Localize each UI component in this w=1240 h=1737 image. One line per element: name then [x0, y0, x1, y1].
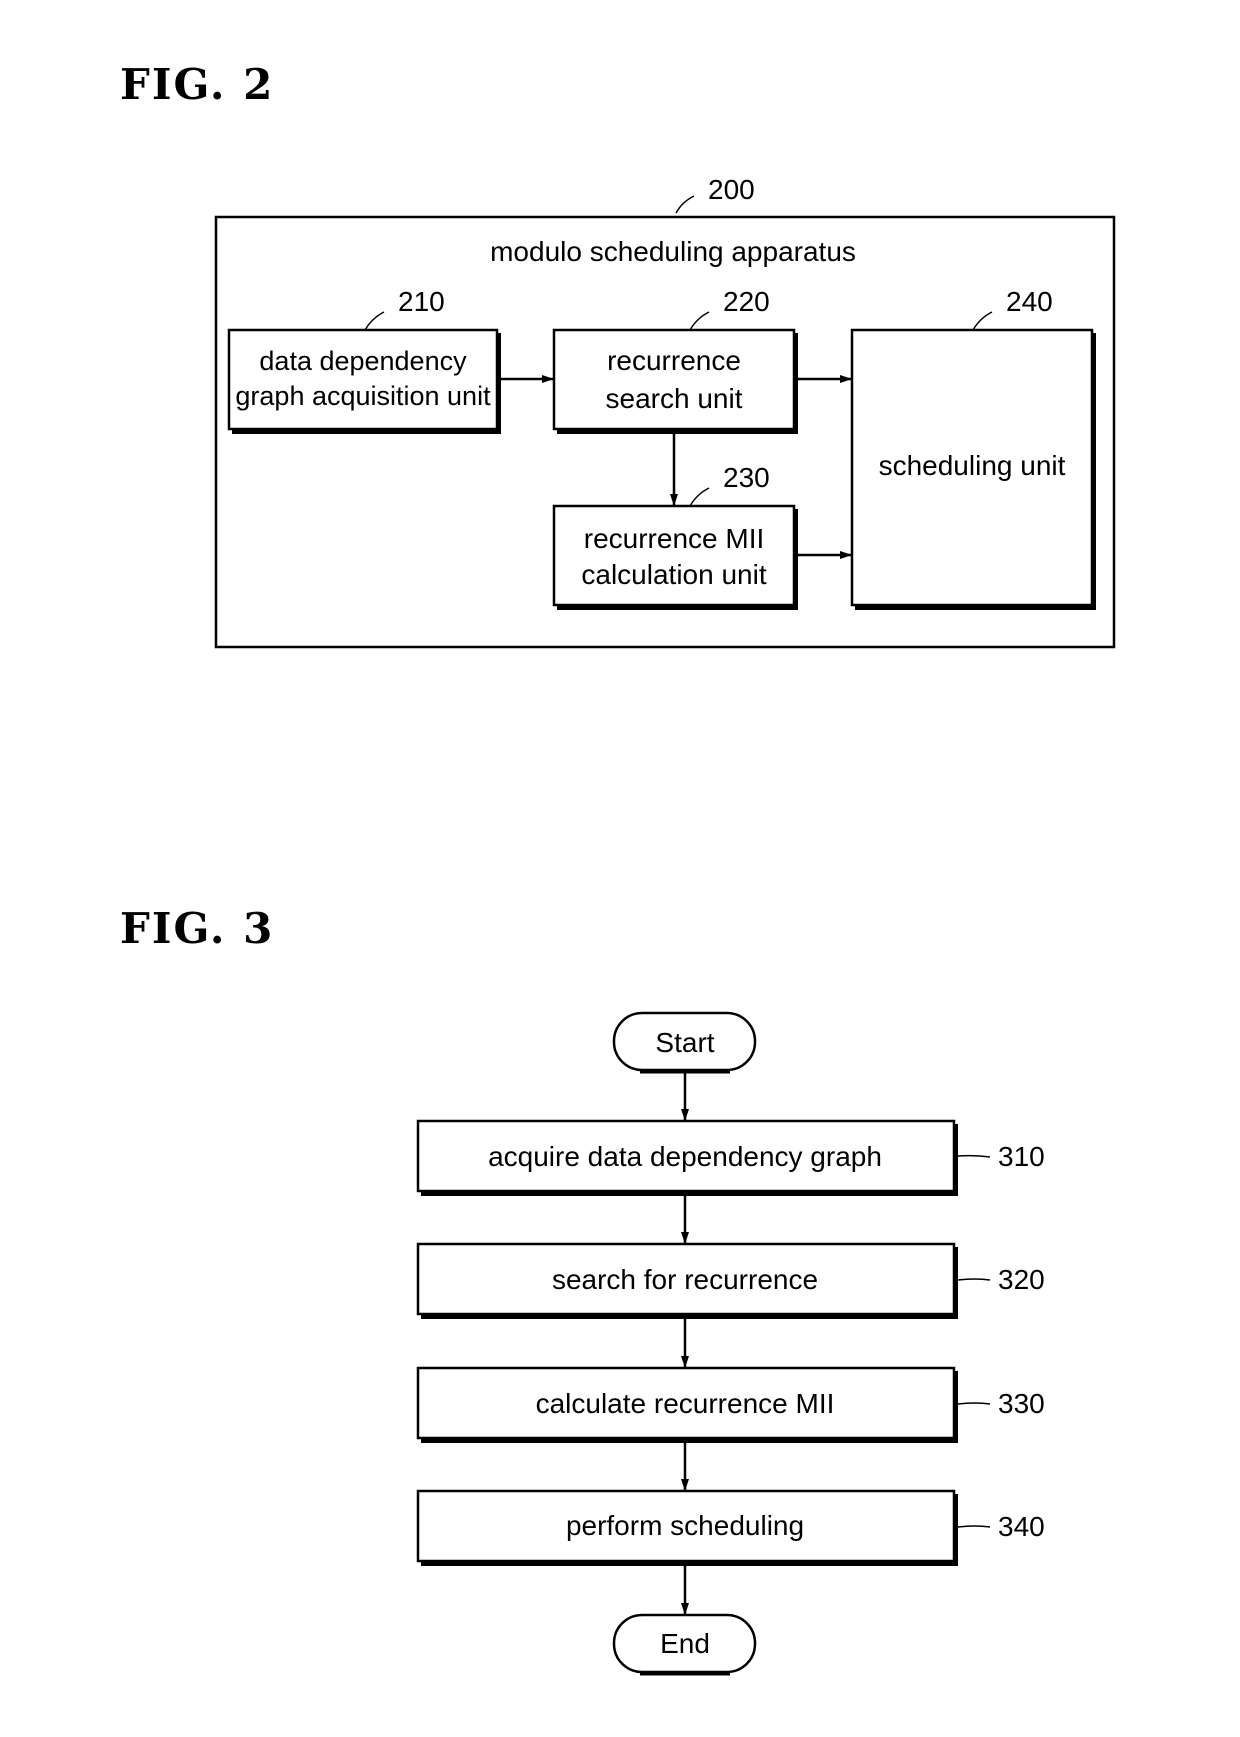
flow-step-340: perform scheduling 340: [416, 1489, 1045, 1566]
end-label: End: [660, 1628, 710, 1659]
ref-leader-220: [689, 311, 710, 331]
ref-leader-320: [957, 1278, 991, 1281]
unit-210-box: [227, 328, 499, 431]
unit-220-recurrence-search: 220 recurrence search unit: [552, 286, 798, 434]
ref-310: 310: [998, 1141, 1045, 1172]
flow-step-330: calculate recurrence MII 330: [416, 1366, 1045, 1443]
ref-leader-310: [957, 1154, 991, 1158]
unit-210-line-2: graph acquisition unit: [235, 381, 491, 411]
unit-230-line-2: calculation unit: [581, 559, 766, 590]
flow-start-terminal: Start: [612, 1011, 757, 1074]
step-320-label: search for recurrence: [552, 1264, 818, 1295]
step-310-label: acquire data dependency graph: [488, 1141, 882, 1172]
ref-leader-240: [972, 311, 993, 331]
unit-230-box: [552, 504, 796, 607]
ref-330: 330: [998, 1388, 1045, 1419]
apparatus-title: modulo scheduling apparatus: [490, 236, 856, 267]
flow-step-320: search for recurrence 320: [416, 1242, 1045, 1319]
unit-220-line-1: recurrence: [607, 345, 741, 376]
ref-leader-230: [689, 487, 710, 507]
ref-230: 230: [723, 462, 770, 493]
step-330-label: calculate recurrence MII: [536, 1388, 835, 1419]
unit-240-line-1: scheduling unit: [879, 450, 1066, 481]
start-label: Start: [655, 1027, 714, 1058]
unit-240-scheduling: 240 scheduling unit: [850, 286, 1096, 610]
ref-200: 200: [708, 174, 755, 205]
unit-210-data-dependency-graph-acquisition: 210 data dependency graph acquisition un…: [227, 286, 501, 434]
ref-240: 240: [1006, 286, 1053, 317]
unit-220-line-2: search unit: [606, 383, 743, 414]
flow-step-310: acquire data dependency graph 310: [416, 1119, 1045, 1196]
diagram-canvas: 200 modulo scheduling apparatus 210 data…: [214, 174, 1116, 1676]
unit-210-line-1: data dependency: [259, 346, 467, 376]
ref-leader-340: [957, 1525, 991, 1528]
ref-320: 320: [998, 1264, 1045, 1295]
unit-230-line-1: recurrence MII: [584, 523, 765, 554]
ref-220: 220: [723, 286, 770, 317]
ref-340: 340: [998, 1511, 1045, 1542]
ref-leader-200: [675, 195, 695, 214]
step-340-label: perform scheduling: [566, 1510, 804, 1541]
ref-210: 210: [398, 286, 445, 317]
flow-end-terminal: End: [612, 1613, 757, 1676]
ref-leader-210: [364, 311, 385, 331]
ref-leader-330: [957, 1402, 991, 1405]
